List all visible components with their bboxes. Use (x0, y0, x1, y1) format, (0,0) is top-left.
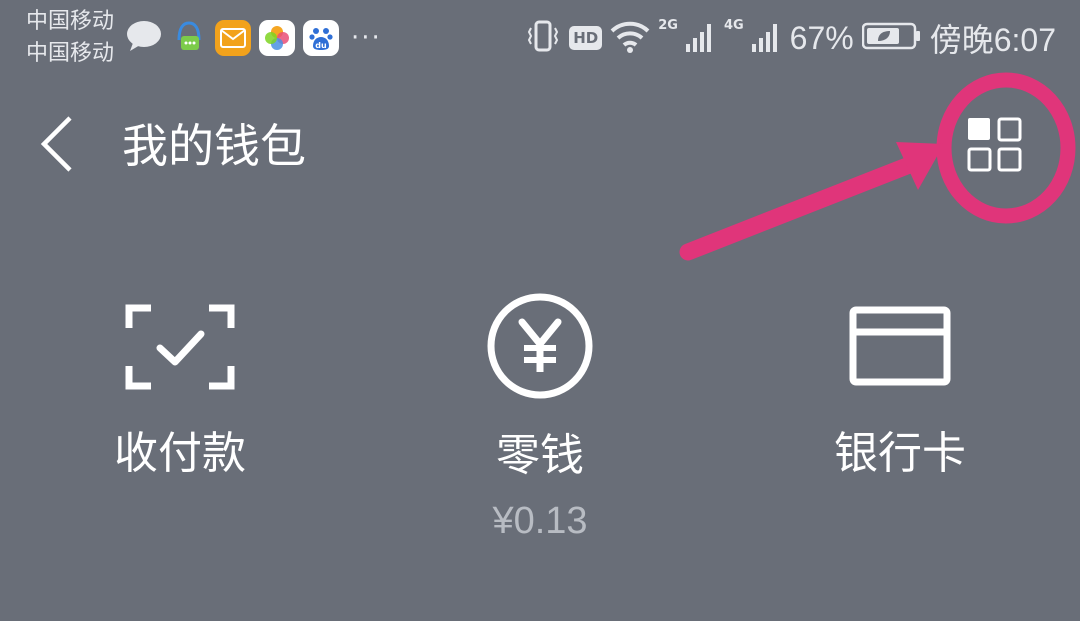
yuan-coin-icon (487, 293, 593, 399)
bank-card-icon (849, 306, 951, 386)
wifi-icon (610, 19, 650, 57)
carrier-labels: 中国移动 中国移动 (26, 6, 114, 70)
signal-4g-icon (751, 20, 782, 56)
qq-icon (171, 18, 207, 58)
bank-card-label: 银行卡 (834, 428, 966, 479)
network-4g-label: 4G (723, 18, 744, 33)
carrier-2: 中国移动 (26, 41, 115, 66)
bank-card-item[interactable]: 银行卡 (750, 290, 1050, 540)
more-notifications: ··· (351, 23, 382, 53)
system-status: HD 2G 4G 67% 傍晚6:07 (525, 14, 1056, 62)
receive-payment-item[interactable]: 收付款 (30, 290, 330, 540)
gallery-icon (259, 20, 295, 56)
vibrate-icon (525, 18, 561, 58)
title-bar: 我的钱包 (0, 90, 1080, 200)
more-services-button[interactable] (962, 112, 1032, 178)
back-button[interactable] (36, 114, 86, 174)
hd-badge: HD (569, 26, 603, 50)
change-balance-amount: ¥0.13 (492, 500, 588, 542)
change-label: 零钱 (496, 430, 584, 481)
receive-payment-label: 收付款 (114, 428, 246, 479)
chat-bubble-icon (125, 19, 163, 57)
grid-menu-icon (967, 117, 1022, 172)
baidu-icon: du (303, 20, 339, 56)
network-2g-label: 2G (658, 18, 678, 33)
svg-text:du: du (315, 41, 327, 50)
notification-icons: du ··· (125, 18, 382, 58)
chevron-left-icon (40, 116, 72, 172)
signal-2g-icon (685, 20, 716, 56)
status-bar: 中国移动 中国移动 du ··· HD 2G 4G 67% 傍晚6:07 (0, 0, 1080, 80)
battery-percent: 67% (789, 19, 854, 56)
clock: 傍晚6:07 (929, 22, 1056, 58)
battery-icon (861, 21, 922, 55)
mail-icon (215, 20, 251, 56)
change-balance-item[interactable]: 零钱 ¥0.13 (390, 290, 690, 550)
scan-check-icon (125, 304, 235, 390)
page-title: 我的钱包 (122, 119, 306, 173)
carrier-1: 中国移动 (26, 9, 115, 34)
